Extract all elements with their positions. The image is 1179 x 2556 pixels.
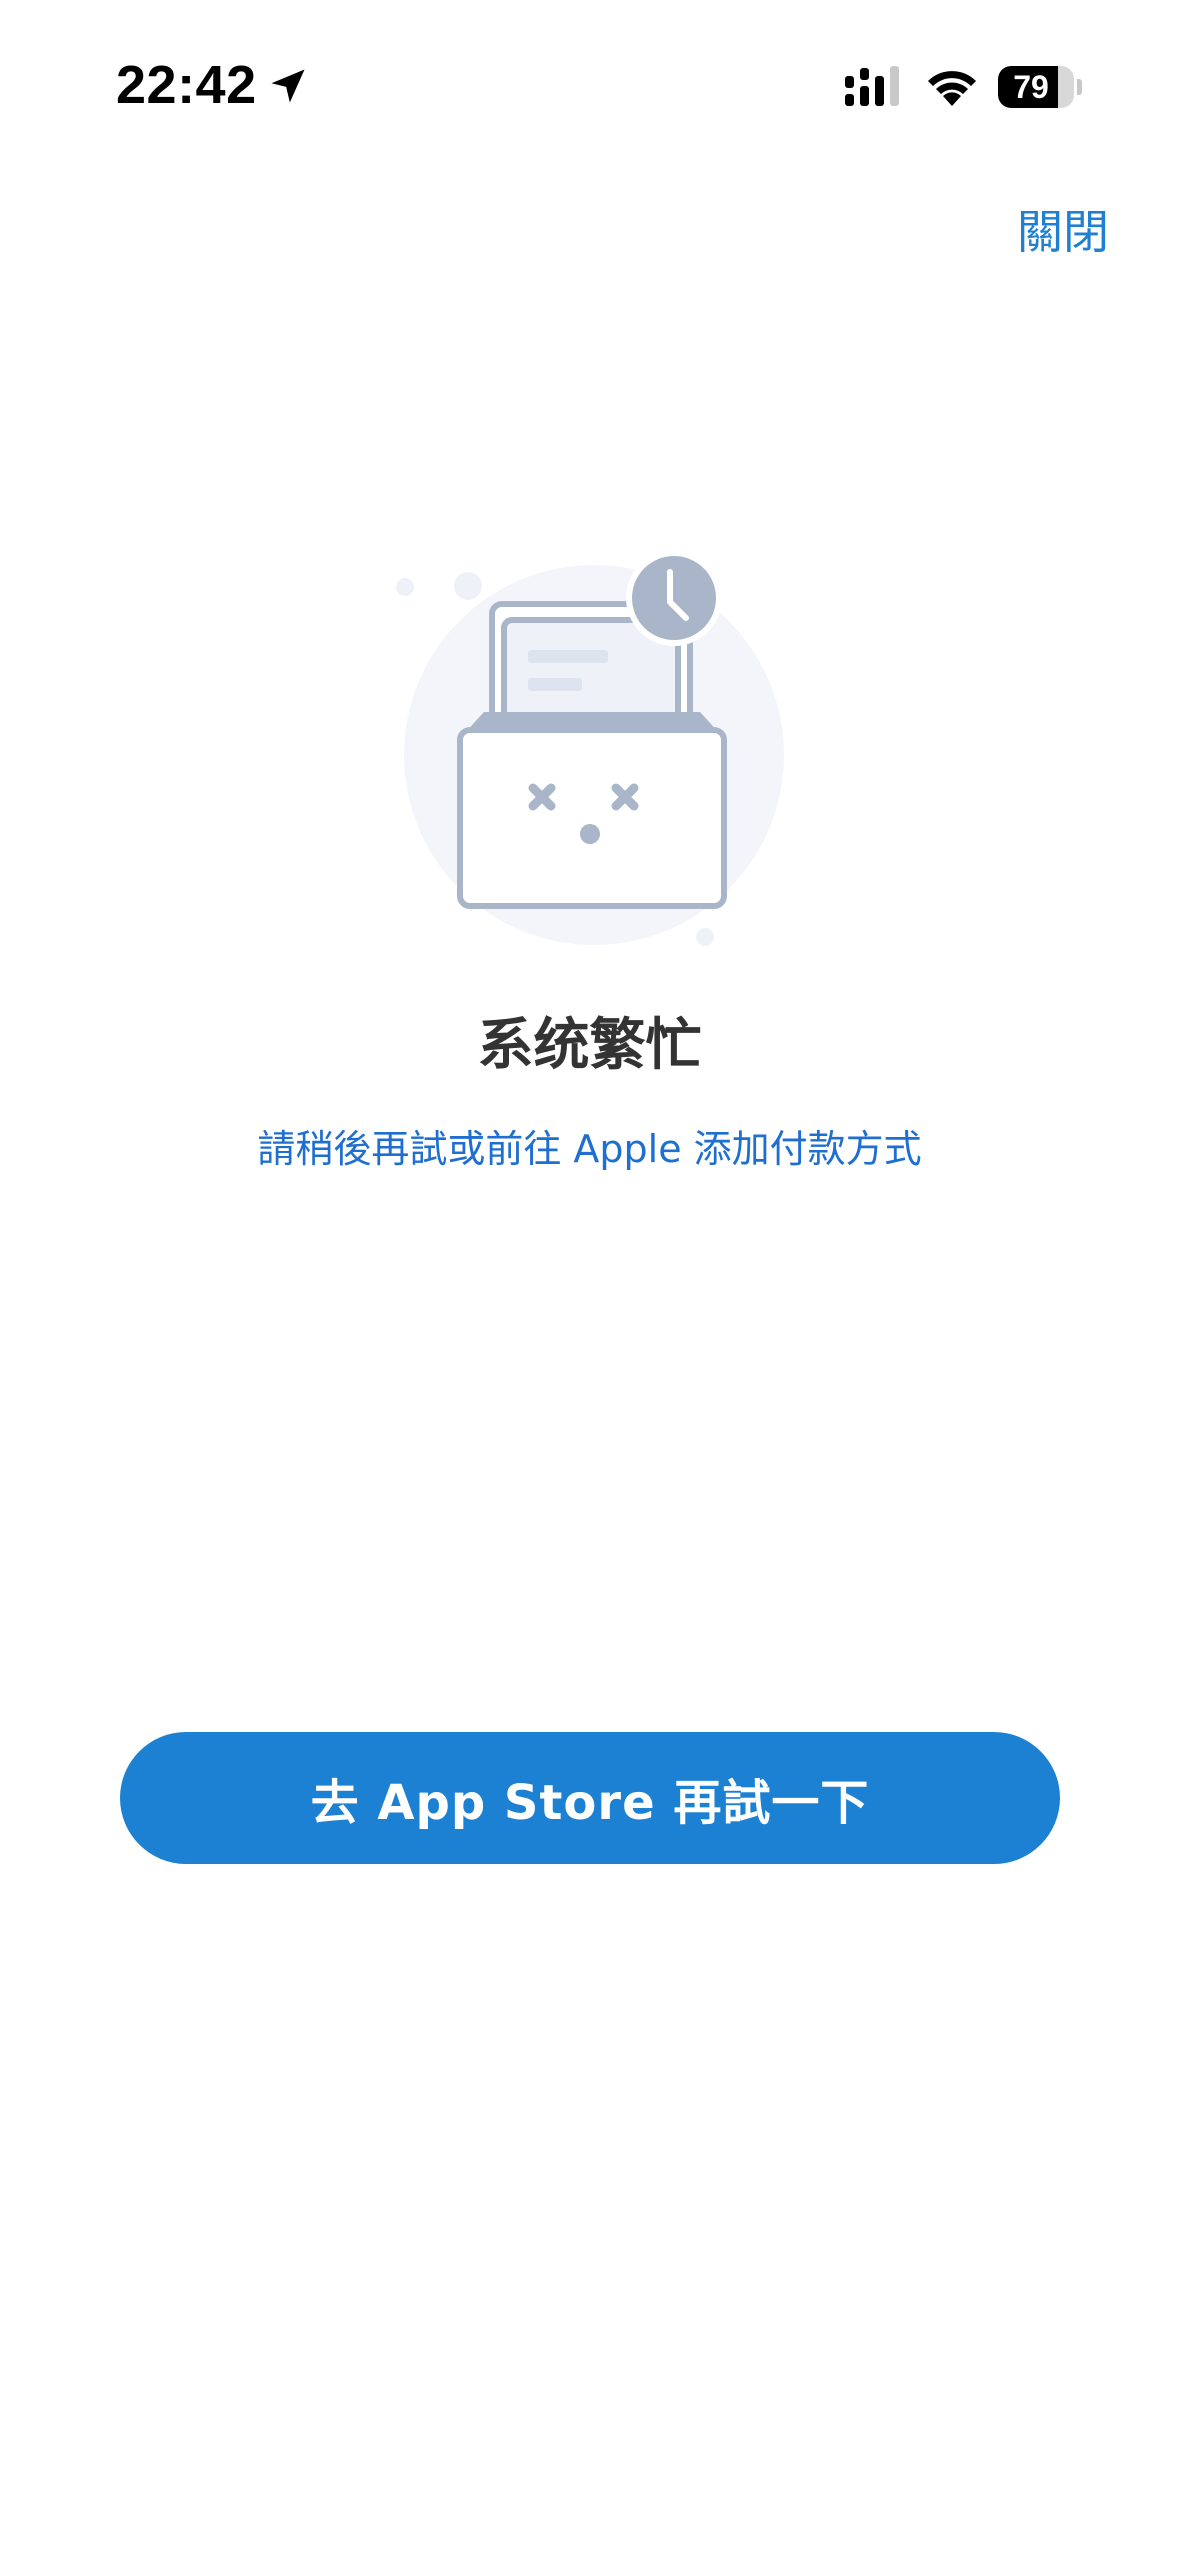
screen: 22:42 79 關閉 系统繁忙 請稍後再試或前往 Apple 添加付款方式 去… — [0, 0, 1179, 2556]
wifi-icon — [928, 71, 976, 106]
battery-level: 79 — [1013, 69, 1049, 105]
mouth-dot — [580, 824, 600, 844]
busy-box-illustration — [396, 550, 784, 946]
deco-dot — [454, 572, 482, 600]
document-line — [528, 650, 608, 663]
error-title: 系统繁忙 — [477, 1013, 702, 1078]
battery-body: 79 — [998, 66, 1074, 108]
deco-dot — [696, 928, 714, 946]
location-arrow-icon — [271, 69, 305, 103]
cellular-signal-icon — [845, 66, 899, 106]
box-body — [457, 727, 727, 909]
clock-icon — [632, 556, 716, 640]
deco-dot — [396, 578, 414, 596]
error-subtitle[interactable]: 請稍後再試或前往 Apple 添加付款方式 — [0, 1118, 1179, 1173]
retry-app-store-button[interactable]: 去 App Store 再試一下 — [120, 1732, 1060, 1864]
status-time: 22:42 — [116, 55, 257, 115]
battery-icon: 79 — [998, 66, 1082, 108]
battery-tip — [1077, 79, 1082, 95]
document-line — [528, 678, 582, 691]
status-bar: 22:42 79 — [0, 0, 1179, 170]
close-button[interactable]: 關閉 — [1017, 196, 1109, 262]
